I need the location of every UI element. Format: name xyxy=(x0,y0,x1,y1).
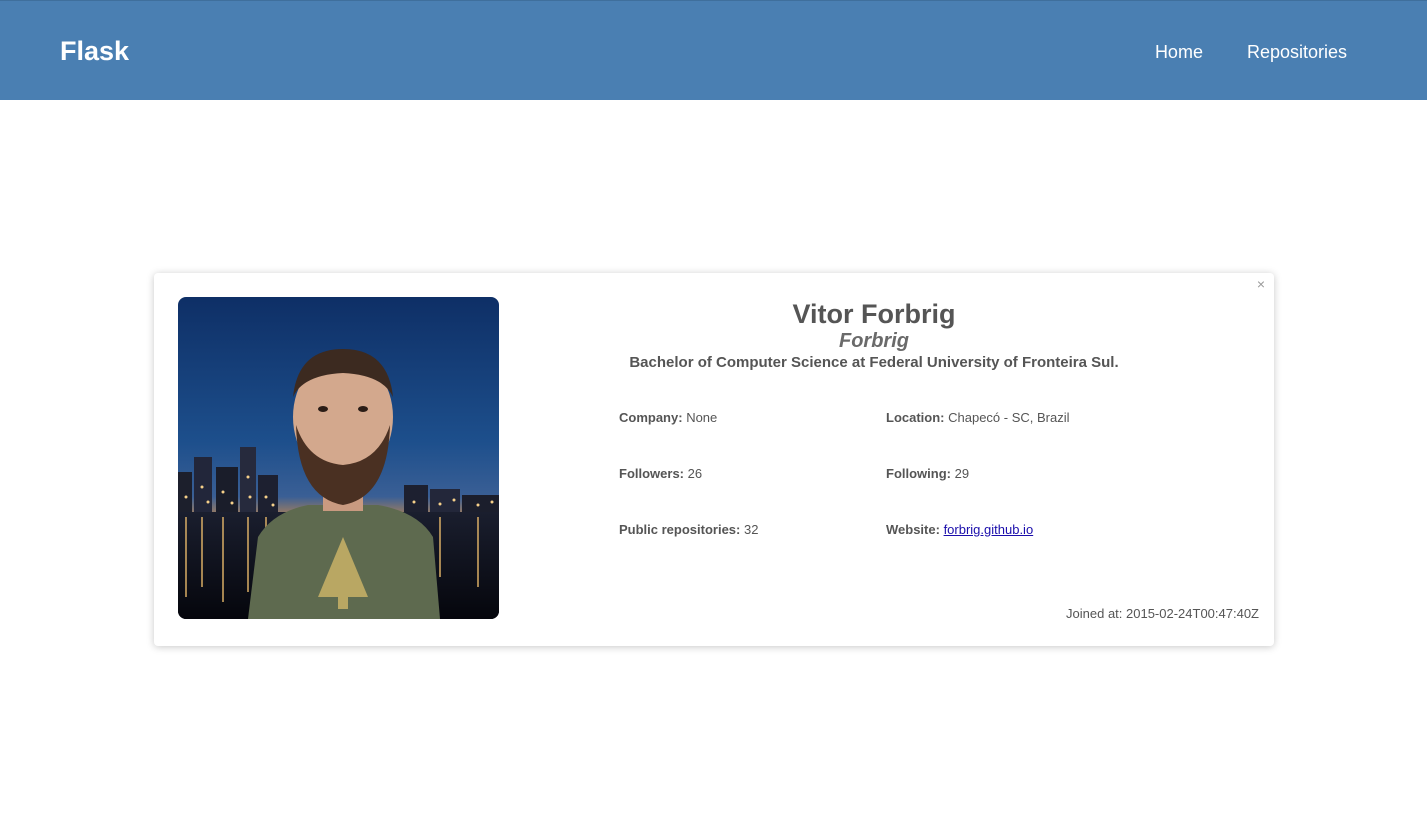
nav-link-home[interactable]: Home xyxy=(1155,41,1203,63)
following-label: Following: xyxy=(886,466,951,481)
profile-name: Vitor Forbrig xyxy=(792,299,956,329)
avatar-photo xyxy=(178,297,499,619)
navbar: Flask Home Repositories xyxy=(0,0,1427,100)
nav-links: Home Repositories xyxy=(1155,41,1347,63)
website-link[interactable]: forbrig.github.io xyxy=(944,522,1034,537)
avatar xyxy=(178,297,499,619)
location-field: Location: Chapecó - SC, Brazil xyxy=(886,410,1070,426)
company-label: Company: xyxy=(619,410,683,425)
brand-logo-link[interactable]: Flask xyxy=(60,34,129,68)
repos-field: Public repositories: 32 xyxy=(619,522,758,538)
location-label: Location: xyxy=(886,410,945,425)
following-value: 29 xyxy=(954,466,970,481)
profile-card: × Vitor Forbrig Forbrig Bachelor of Comp… xyxy=(154,273,1274,646)
website-field: Website: forbrig.github.io xyxy=(886,522,1033,538)
profile-bio: Bachelor of Computer Science at Federal … xyxy=(629,354,1119,371)
profile-login: Forbrig xyxy=(839,330,909,352)
repos-label: Public repositories: xyxy=(619,522,741,537)
company-field: Company: None xyxy=(619,410,717,426)
joined-date: Joined at: 2015-02-24T00:47:40Z xyxy=(1066,606,1259,621)
close-icon[interactable]: × xyxy=(1257,277,1265,291)
followers-field: Followers: 26 xyxy=(619,466,702,482)
following-field: Following: 29 xyxy=(886,466,969,482)
repos-value: 32 xyxy=(744,522,759,537)
followers-label: Followers: xyxy=(619,466,685,481)
followers-value: 26 xyxy=(687,466,703,481)
website-label: Website: xyxy=(886,522,940,537)
company-value: None xyxy=(686,410,718,425)
nav-link-repositories[interactable]: Repositories xyxy=(1247,41,1347,63)
profile-info: Vitor Forbrig Forbrig Bachelor of Comput… xyxy=(619,297,1129,373)
location-value: Chapecó - SC, Brazil xyxy=(948,410,1070,425)
